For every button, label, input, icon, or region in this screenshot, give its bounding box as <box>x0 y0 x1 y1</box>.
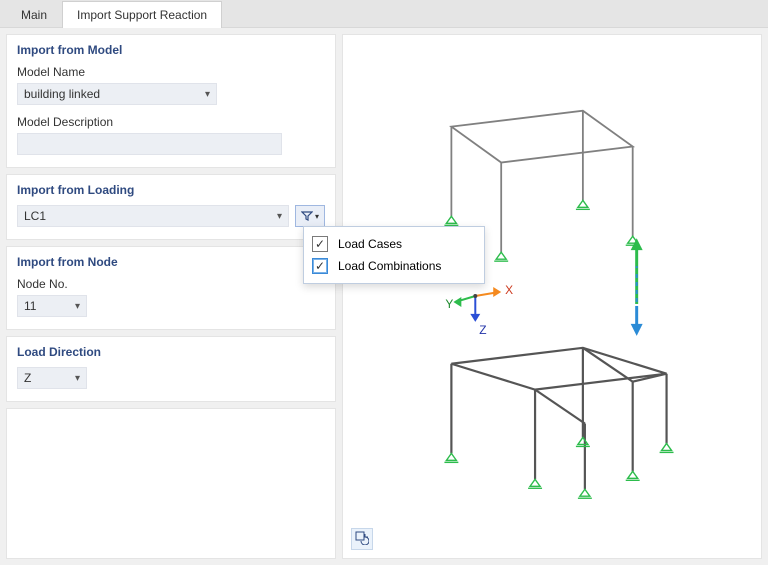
loading-select[interactable]: LC1 ▾ <box>17 205 289 227</box>
panel-import-from-node: Import from Node Node No. 11 ▾ <box>6 246 336 330</box>
filter-icon <box>301 210 313 222</box>
filter-option-load-combinations[interactable]: ✓ Load Combinations <box>310 255 478 277</box>
tab-bar: Main Import Support Reaction <box>0 0 768 28</box>
svg-text:Z: Z <box>479 323 486 337</box>
filter-option-label: Load Cases <box>338 237 402 251</box>
viewport-action-button[interactable] <box>351 528 373 550</box>
chevron-down-icon: ▾ <box>315 212 319 221</box>
filter-popup: ✓ Load Cases ✓ Load Combinations <box>303 226 485 284</box>
tab-import-support-reaction[interactable]: Import Support Reaction <box>62 1 222 28</box>
model-name-value: building linked <box>24 87 100 101</box>
svg-text:X: X <box>505 283 513 297</box>
panel-import-from-model: Import from Model Model Name building li… <box>6 34 336 168</box>
content-area: Import from Model Model Name building li… <box>0 28 768 565</box>
model-description-input[interactable] <box>17 133 282 155</box>
svg-text:Y: Y <box>445 297 453 311</box>
left-column: Import from Model Model Name building li… <box>6 34 336 559</box>
viewport[interactable]: X Y Z <box>342 34 762 559</box>
chevron-down-icon: ▾ <box>277 211 282 222</box>
label-model-description: Model Description <box>17 115 325 129</box>
section-title-import-from-loading: Import from Loading <box>17 183 325 197</box>
model-preview: X Y Z <box>343 35 761 558</box>
checkbox-load-combinations[interactable]: ✓ <box>312 258 328 274</box>
filter-option-label: Load Combinations <box>338 259 441 273</box>
filter-button[interactable]: ▾ <box>295 205 325 227</box>
node-no-select[interactable]: 11 ▾ <box>17 295 87 317</box>
chevron-down-icon: ▾ <box>205 89 210 100</box>
panel-load-direction: Load Direction Z ▾ <box>6 336 336 402</box>
section-title-import-from-model: Import from Model <box>17 43 325 57</box>
panel-empty <box>6 408 336 559</box>
label-node-no: Node No. <box>17 277 325 291</box>
section-title-load-direction: Load Direction <box>17 345 325 359</box>
section-title-import-from-node: Import from Node <box>17 255 325 269</box>
node-no-value: 11 <box>24 299 36 313</box>
load-direction-select[interactable]: Z ▾ <box>17 367 87 389</box>
model-name-select[interactable]: building linked ▾ <box>17 83 217 105</box>
load-direction-value: Z <box>24 371 31 385</box>
label-model-name: Model Name <box>17 65 325 79</box>
filter-option-load-cases[interactable]: ✓ Load Cases <box>310 233 478 255</box>
panel-import-from-loading: Import from Loading LC1 ▾ ▾ ✓ <box>6 174 336 240</box>
checkbox-load-cases[interactable]: ✓ <box>312 236 328 252</box>
refresh-model-icon <box>355 531 369 548</box>
chevron-down-icon: ▾ <box>75 301 80 312</box>
tab-main[interactable]: Main <box>6 1 62 28</box>
chevron-down-icon: ▾ <box>75 373 80 384</box>
loading-value: LC1 <box>24 209 46 223</box>
